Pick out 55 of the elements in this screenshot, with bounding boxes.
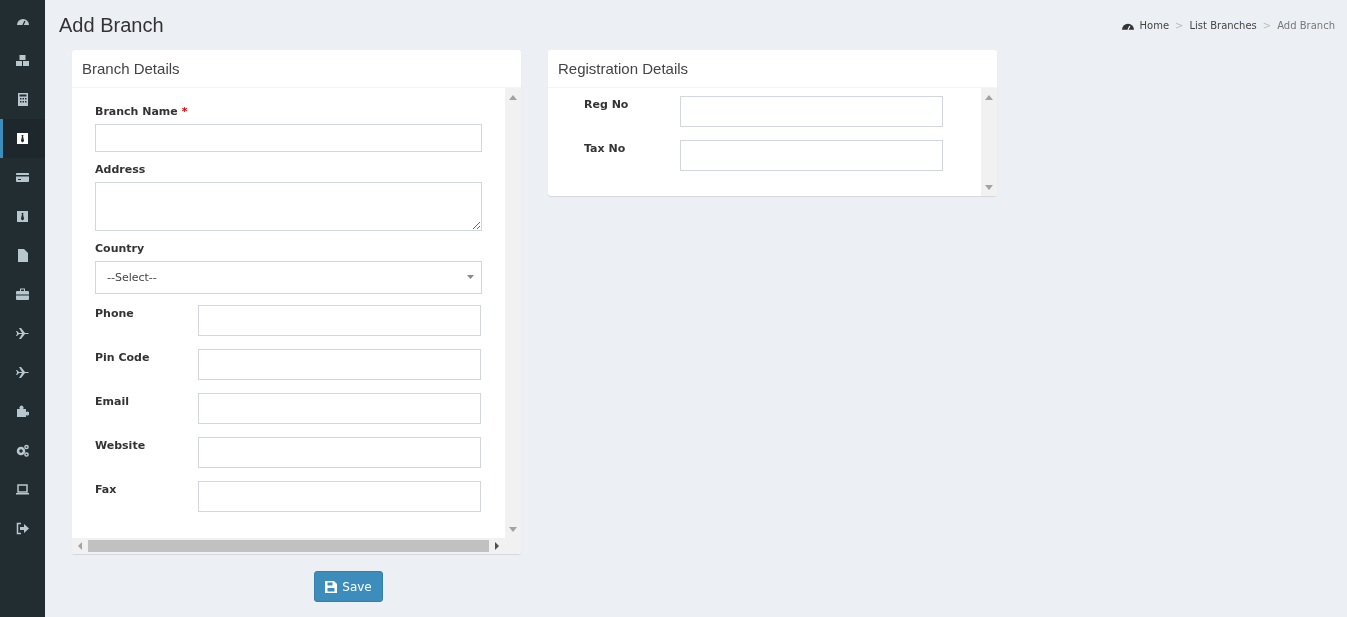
airplane-icon [16,327,29,340]
field-label: Fax [95,483,117,496]
vertical-scrollbar[interactable] [505,88,521,538]
input-field[interactable] [198,437,481,468]
caret-icon [467,275,474,280]
laptop-icon [16,483,29,496]
tie-icon [16,132,29,145]
field-label: Tax No [584,142,626,155]
breadcrumb-link[interactable]: List Branches [1189,19,1257,31]
file-icon [16,249,29,262]
scroll-down-arrow-icon[interactable] [985,183,993,191]
briefcase-icon [16,288,29,301]
breadcrumb-separator: > [1262,19,1272,31]
field-label: Country [95,242,145,255]
field-label: Website [95,439,146,452]
input-field[interactable] [95,124,482,152]
save-button[interactable]: Save [314,571,383,602]
page-title: Add Branch [59,13,164,37]
input-field[interactable] [680,96,943,127]
field-label: Pin Code [95,351,150,364]
input-field[interactable] [198,393,481,424]
cubes-icon [16,54,29,67]
field-label: Phone [95,307,134,320]
horizontal-scrollbar[interactable] [72,538,521,554]
tie-icon [16,210,29,223]
address-textarea[interactable] [95,182,482,231]
input-field[interactable] [198,481,481,512]
breadcrumb-current: Add Branch [1277,19,1335,31]
field-label: Branch Name [95,105,178,118]
credit-card-icon [16,171,29,184]
scroll-left-arrow-icon[interactable] [76,542,84,550]
scrollbar-thumb[interactable] [88,540,489,552]
scroll-right-arrow-icon[interactable] [493,542,501,550]
input-field[interactable] [680,140,943,171]
gears-icon [16,444,29,457]
scroll-down-arrow-icon[interactable] [509,525,517,533]
required-mark: * [181,105,188,118]
field-label: Reg No [584,98,629,111]
breadcrumb-link[interactable]: Home [1139,19,1170,31]
panel-title: Branch Details [82,60,180,77]
vertical-scrollbar[interactable] [981,88,997,196]
puzzle-icon [16,405,29,418]
breadcrumb-separator: > [1175,19,1184,31]
input-field[interactable] [198,305,481,336]
panel-title: Registration Details [558,60,689,77]
input-field[interactable] [198,349,481,380]
field-label: Address [95,163,146,176]
sign-out-icon [16,522,29,535]
airplane-icon [16,366,29,379]
scroll-up-arrow-icon[interactable] [509,93,517,101]
scroll-up-arrow-icon[interactable] [985,93,993,101]
calculator-icon [16,93,29,106]
sidebar-item[interactable] [0,119,45,158]
select-field[interactable]: --Select-- [95,261,482,294]
field-label: Email [95,395,129,408]
